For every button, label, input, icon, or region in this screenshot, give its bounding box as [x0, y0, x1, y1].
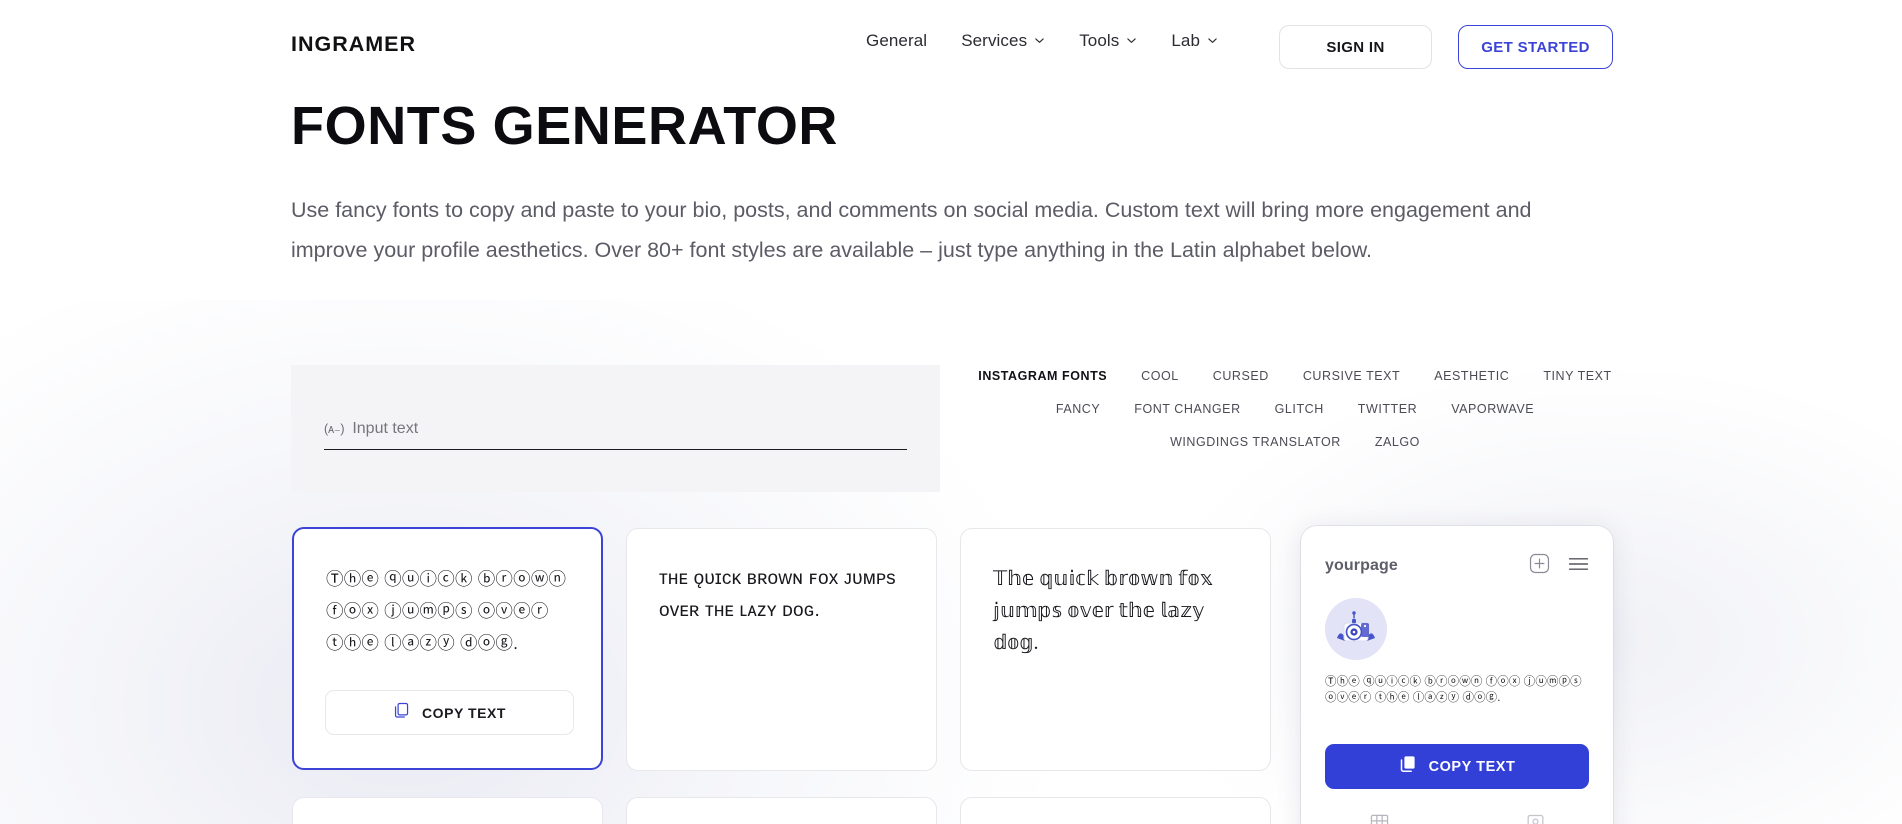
category-aesthetic[interactable]: AESTHETIC	[1417, 368, 1526, 385]
copy-icon	[393, 702, 410, 724]
font-result-card[interactable]: ᴛʜᴇ ǫᴜɪᴄᴋ ʙʀᴏᴡɴ ꜰᴏx ᴊᴜᴍᴘs ᴏᴠᴇʀ ᴛʜᴇ ʟᴀᴢʏ …	[626, 528, 937, 771]
copy-text-button[interactable]: COPY TEXT	[325, 690, 574, 735]
category-zalgo[interactable]: ZALGO	[1358, 434, 1437, 451]
category-cursed[interactable]: CURSED	[1196, 368, 1286, 385]
grid-icon	[1370, 814, 1388, 824]
font-result-card[interactable]: Ⓣⓗⓔ ⓠⓤⓘⓒⓚ ⓑⓡⓞⓦⓝ ⓕⓞⓧ ⓙⓤⓜⓟⓢ ⓞⓥⓔⓡ ⓣⓗⓔ ⓛⓐⓩⓨ …	[292, 527, 603, 770]
category-cool[interactable]: COOL	[1124, 368, 1196, 385]
page-description: Use fancy fonts to copy and paste to you…	[291, 198, 1532, 262]
text-input-row[interactable]: (ᴀ₋) Input text	[324, 420, 907, 450]
phone-copy-text-label: COPY TEXT	[1428, 758, 1516, 775]
phone-copy-text-button[interactable]: COPY TEXT	[1325, 744, 1589, 789]
phone-bottom-tabs	[1301, 808, 1613, 824]
nav-item-label: Lab	[1171, 31, 1201, 50]
copy-text-label: COPY TEXT	[421, 704, 507, 721]
nav-item-label: Services	[961, 31, 1028, 50]
category-row-3: WINGDINGS TRANSLATOR ZALGO	[975, 434, 1615, 451]
category-fancy[interactable]: FANCY	[1039, 401, 1117, 418]
camera-avatar-icon	[1325, 598, 1387, 660]
phone-preview: yourpage Ⓣⓗⓔ ⓠⓤⓘⓒⓚ ⓑⓡⓞⓦⓝ ⓕⓞⓧ ⓙⓤⓜⓟⓢ ⓞⓥⓔⓡ …	[1301, 526, 1613, 824]
copy-icon	[1399, 755, 1417, 778]
category-instagram-fonts[interactable]: INSTAGRAM FONTS	[961, 368, 1124, 385]
category-font-changer[interactable]: FONT CHANGER	[1117, 401, 1257, 418]
font-result-text: ᴛʜᴇ ǫᴜɪᴄᴋ ʙʀᴏᴡɴ ꜰᴏx ᴊᴜᴍᴘs ᴏᴠᴇʀ ᴛʜᴇ ʟᴀᴢʏ …	[659, 568, 896, 621]
category-vaporwave[interactable]: VAPORWAVE	[1434, 401, 1551, 418]
nav-item-services[interactable]: Services	[961, 30, 1045, 52]
category-wingdings-translator[interactable]: WINGDINGS TRANSLATOR	[1153, 434, 1358, 451]
category-cursive-text[interactable]: CURSIVE TEXT	[1286, 368, 1417, 385]
category-row-1: INSTAGRAM FONTS COOL CURSED CURSIVE TEXT…	[975, 368, 1615, 385]
sign-in-button[interactable]: SIGN IN	[1279, 25, 1432, 69]
category-tabs: INSTAGRAM FONTS COOL CURSED CURSIVE TEXT…	[975, 368, 1615, 467]
category-glitch[interactable]: GLITCH	[1258, 401, 1341, 418]
phone-tab-tagged[interactable]	[1457, 814, 1613, 824]
main-navigation: General Services Tools Lab	[866, 30, 1218, 52]
category-twitter[interactable]: TWITTER	[1341, 401, 1434, 418]
font-result-card[interactable]	[292, 797, 603, 824]
page-root: INGRAMER General Services Tools Lab SIGN…	[0, 0, 1902, 824]
tagged-person-icon	[1527, 814, 1543, 824]
text-format-icon: (ᴀ₋)	[324, 422, 345, 436]
nav-item-general[interactable]: General	[866, 30, 927, 52]
nav-item-label: General	[866, 31, 928, 50]
text-input-placeholder[interactable]: Input text	[352, 420, 907, 438]
nav-item-lab[interactable]: Lab	[1171, 30, 1218, 52]
chevron-down-icon	[1126, 35, 1137, 46]
font-result-card[interactable]: 𝕋𝕙𝕖 𝕢𝕦𝕚𝕔𝕜 𝕓𝕣𝕠𝕨𝕟 𝕗𝕠𝕩 𝕛𝕦𝕞𝕡𝕤 𝕠𝕧𝕖𝕣 𝕥𝕙𝕖 𝕝𝕒𝕫𝕪 …	[960, 528, 1271, 771]
phone-top-bar: yourpage	[1325, 553, 1589, 579]
phone-top-icons	[1529, 553, 1589, 579]
plus-circle-icon[interactable]	[1529, 553, 1550, 579]
phone-tab-grid[interactable]	[1301, 814, 1457, 824]
text-input-panel: (ᴀ₋) Input text	[291, 365, 940, 492]
font-result-text: 𝕋𝕙𝕖 𝕢𝕦𝕚𝕔𝕜 𝕓𝕣𝕠𝕨𝕟 𝕗𝕠𝕩 𝕛𝕦𝕞𝕡𝕤 𝕠𝕧𝕖𝕣 𝕥𝕙𝕖 𝕝𝕒𝕫𝕪 …	[993, 568, 1214, 654]
hamburger-menu-icon[interactable]	[1568, 556, 1589, 577]
get-started-button[interactable]: GET STARTED	[1458, 25, 1613, 69]
category-row-2: FANCY FONT CHANGER GLITCH TWITTER VAPORW…	[975, 401, 1615, 418]
avatar[interactable]	[1325, 598, 1387, 660]
phone-username: yourpage	[1325, 557, 1398, 574]
chevron-down-icon	[1207, 35, 1218, 46]
phone-bio-text: Ⓣⓗⓔ ⓠⓤⓘⓒⓚ ⓑⓡⓞⓦⓝ ⓕⓞⓧ ⓙⓤⓜⓟⓢ ⓞⓥⓔⓡ ⓣⓗⓔ ⓛⓐⓩⓨ …	[1325, 676, 1582, 704]
font-result-card[interactable]	[960, 797, 1271, 824]
chevron-down-icon	[1034, 35, 1045, 46]
brand-logo[interactable]: INGRAMER	[291, 32, 416, 57]
site-header: INGRAMER General Services Tools Lab SIGN…	[0, 0, 1902, 92]
page-title: FONTS GENERATOR	[291, 96, 839, 156]
font-result-card[interactable]	[626, 797, 937, 824]
category-tiny-text[interactable]: TINY TEXT	[1526, 368, 1628, 385]
font-result-text: Ⓣⓗⓔ ⓠⓤⓘⓒⓚ ⓑⓡⓞⓦⓝ ⓕⓞⓧ ⓙⓤⓜⓟⓢ ⓞⓥⓔⓡ ⓣⓗⓔ ⓛⓐⓩⓨ …	[326, 569, 567, 653]
nav-item-tools[interactable]: Tools	[1079, 30, 1137, 52]
nav-item-label: Tools	[1079, 31, 1120, 50]
